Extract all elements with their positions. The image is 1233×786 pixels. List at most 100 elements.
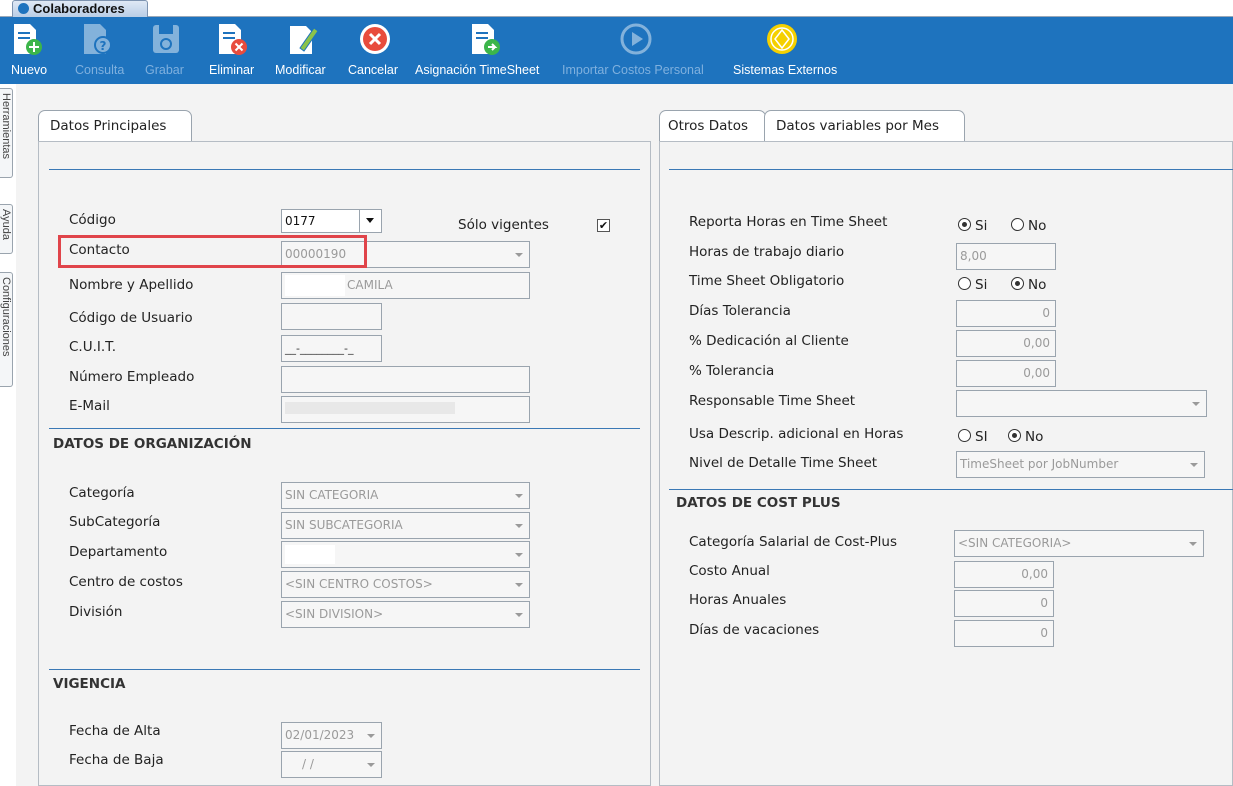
- nuevo-button[interactable]: Nuevo: [0, 17, 52, 84]
- ts-obligatorio-si-radio[interactable]: Si: [958, 277, 987, 293]
- side-tab-ayuda[interactable]: Ayuda: [0, 204, 13, 254]
- codigo-value: 0177: [285, 214, 316, 228]
- tab-otros-datos[interactable]: Otros Datos: [659, 110, 766, 142]
- categoria-select[interactable]: SIN CATEGORIA: [281, 482, 530, 509]
- fecha-alta-picker[interactable]: 02/01/2023: [281, 722, 382, 749]
- fecha-baja-value: / /: [302, 757, 314, 771]
- division-value: <SIN DIVISION>: [285, 607, 384, 621]
- codigo-select[interactable]: 0177: [281, 209, 382, 233]
- reporta-horas-label: Reporta Horas en Time Sheet: [689, 214, 888, 230]
- centro-costos-value: <SIN CENTRO COSTOS>: [285, 577, 433, 591]
- subcategoria-select[interactable]: SIN SUBCATEGORIA: [281, 512, 530, 539]
- usa-descrip-si-radio[interactable]: SI: [958, 429, 988, 445]
- fecha-alta-value: 02/01/2023: [285, 728, 355, 742]
- ts-obligatorio-no-radio[interactable]: No: [1011, 277, 1046, 293]
- chevron-down-icon: [515, 524, 523, 528]
- eliminar-button[interactable]: Eliminar: [205, 17, 265, 84]
- side-tab-configuraciones[interactable]: Configuraciones: [0, 272, 13, 387]
- side-tab-label: Herramientas: [0, 93, 12, 160]
- grabar-button[interactable]: Grabar: [140, 17, 190, 84]
- chevron-down-icon: [367, 734, 375, 738]
- chevron-down-icon: [515, 613, 523, 617]
- radio-label: No: [1028, 218, 1047, 234]
- dias-vacaciones-field[interactable]: 0: [954, 620, 1054, 647]
- svg-text:?: ?: [100, 39, 107, 53]
- email-label: E-Mail: [69, 398, 110, 414]
- window-tab-strip: [0, 0, 1233, 17]
- division-label: División: [69, 604, 123, 620]
- tab-datos-variables-mes[interactable]: Datos variables por Mes: [764, 110, 965, 142]
- chevron-down-icon: [1192, 402, 1200, 406]
- delete-document-icon: [219, 24, 247, 55]
- save-disk-icon: [153, 25, 179, 53]
- codigo-usuario-field[interactable]: [281, 303, 382, 330]
- reporta-horas-no-radio[interactable]: No: [1011, 218, 1046, 234]
- usa-descrip-no-radio[interactable]: No: [1008, 429, 1043, 445]
- tolerancia-field[interactable]: 0,00: [956, 360, 1056, 387]
- nivel-detalle-select[interactable]: TimeSheet por JobNumber: [956, 451, 1205, 478]
- radio-selected-icon: [958, 218, 971, 231]
- timesheet-assign-icon: [472, 24, 500, 55]
- codigo-dropdown-button[interactable]: [359, 210, 381, 232]
- solo-vigentes-checkbox[interactable]: ✔: [597, 219, 610, 232]
- cuit-field[interactable]: __-________-_: [281, 335, 382, 362]
- division-select[interactable]: <SIN DIVISION>: [281, 601, 530, 628]
- importar-costos-button[interactable]: Importar Costos Personal: [560, 17, 720, 84]
- contacto-highlight-box: [58, 235, 367, 268]
- subcategoria-value: SIN SUBCATEGORIA: [285, 518, 403, 532]
- horas-anuales-field[interactable]: 0: [954, 590, 1054, 617]
- dias-tolerancia-label: Días Tolerancia: [689, 303, 791, 319]
- dedicacion-field[interactable]: 0,00: [956, 330, 1056, 357]
- radio-label: Si: [975, 277, 988, 293]
- window-tab-colaboradores[interactable]: Colaboradores: [12, 0, 148, 17]
- chevron-down-icon: [515, 553, 523, 557]
- reporta-horas-si-radio[interactable]: Si: [958, 218, 987, 234]
- window-tab-title: Colaboradores: [33, 1, 125, 16]
- chevron-down-icon: [1190, 463, 1198, 467]
- tab-label: Datos variables por Mes: [776, 118, 939, 134]
- horas-anuales-label: Horas Anuales: [689, 592, 787, 608]
- radio-label: Si: [975, 218, 988, 234]
- asignacion-timesheet-button[interactable]: Asignación TimeSheet: [412, 17, 557, 84]
- subcategoria-label: SubCategoría: [69, 514, 161, 530]
- sistemas-externos-button[interactable]: Sistemas Externos: [730, 17, 850, 84]
- consulta-label: Consulta: [75, 63, 125, 77]
- chevron-down-icon: [1189, 542, 1197, 546]
- radio-selected-icon: [1008, 429, 1021, 442]
- modificar-button[interactable]: Modificar: [272, 17, 340, 84]
- dias-tolerancia-field[interactable]: 0: [956, 300, 1056, 327]
- edit-document-icon: [290, 26, 318, 54]
- radio-empty-icon: [958, 429, 971, 442]
- centro-costos-select[interactable]: <SIN CENTRO COSTOS>: [281, 571, 530, 598]
- nombre-label: Nombre y Apellido: [69, 277, 194, 293]
- side-tab-herramientas[interactable]: Herramientas: [0, 88, 13, 178]
- nuevo-label: Nuevo: [11, 63, 48, 77]
- eliminar-label: Eliminar: [209, 63, 255, 77]
- redacted-name: [285, 275, 345, 296]
- side-tab-label: Ayuda: [0, 209, 12, 240]
- numero-empleado-field[interactable]: [281, 366, 530, 393]
- numero-empleado-label: Número Empleado: [69, 369, 195, 385]
- consulta-button[interactable]: ? Consulta: [70, 17, 130, 84]
- section-divider: [669, 489, 1233, 490]
- importar-label: Importar Costos Personal: [562, 63, 704, 77]
- fecha-baja-picker[interactable]: / /: [281, 751, 382, 778]
- tolerancia-label: % Tolerancia: [689, 363, 775, 379]
- ts-obligatorio-label: Time Sheet Obligatorio: [689, 273, 845, 289]
- radio-empty-icon: [1011, 218, 1024, 231]
- solo-vigentes-label: Sólo vigentes: [458, 217, 549, 233]
- costo-anual-field[interactable]: 0,00: [954, 561, 1054, 588]
- horas-diario-field[interactable]: 8,00: [956, 243, 1056, 270]
- cancelar-label: Cancelar: [348, 63, 399, 77]
- cancelar-button[interactable]: Cancelar: [345, 17, 405, 84]
- cat-salarial-select[interactable]: <SIN CATEGORIA>: [954, 530, 1204, 557]
- cat-salarial-value: <SIN CATEGORIA>: [958, 536, 1072, 550]
- horas-diario-label: Horas de trabajo diario: [689, 244, 845, 260]
- tab-datos-principales[interactable]: Datos Principales: [38, 110, 192, 142]
- modificar-label: Modificar: [275, 63, 326, 77]
- external-systems-icon: [767, 24, 797, 54]
- responsable-select[interactable]: [956, 390, 1207, 417]
- nivel-detalle-label: Nivel de Detalle Time Sheet: [689, 455, 878, 471]
- categoria-label: Categoría: [69, 485, 135, 501]
- section-divider: [49, 428, 640, 429]
